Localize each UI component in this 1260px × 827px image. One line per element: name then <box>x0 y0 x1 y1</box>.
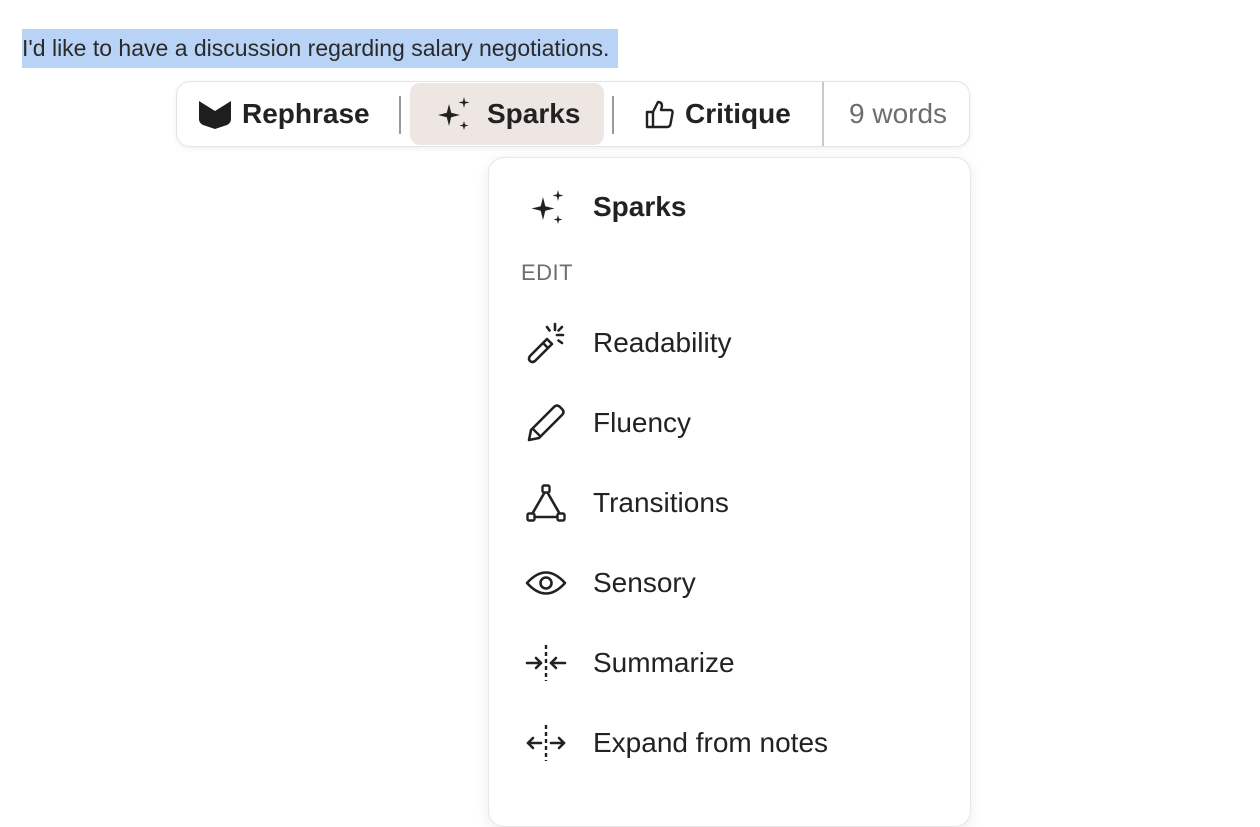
thumbs-up-icon <box>645 99 675 129</box>
menu-item-label: Sensory <box>593 567 696 598</box>
sparkles-icon <box>435 96 473 132</box>
rephrase-label: Rephrase <box>242 98 370 129</box>
sparks-menu-header: Sparks <box>489 182 970 232</box>
writing-toolbar: Rephrase Sparks Critique 9 words <box>176 81 970 147</box>
toolbar-divider <box>612 96 614 134</box>
menu-item-readability[interactable]: Readability <box>489 313 970 373</box>
menu-item-fluency[interactable]: Fluency <box>489 393 970 453</box>
sparks-menu: Sparks EDIT Readability Fluency Transiti… <box>488 157 971 827</box>
critique-label: Critique <box>685 98 791 129</box>
compress-arrows-icon <box>523 640 569 686</box>
sparkles-icon <box>525 184 571 230</box>
menu-item-transitions[interactable]: Transitions <box>489 473 970 533</box>
triangle-nodes-icon <box>523 480 569 526</box>
word-count: 9 words <box>849 98 948 129</box>
sparks-label: Sparks <box>487 98 581 129</box>
toolbar-divider <box>822 82 824 146</box>
rephrase-button[interactable]: Rephrase <box>198 83 398 145</box>
sparks-button[interactable]: Sparks <box>410 83 604 145</box>
heart-logo-icon <box>198 99 232 129</box>
magic-wand-icon <box>523 320 569 366</box>
toolbar-divider <box>399 96 401 134</box>
pencil-icon <box>523 400 569 446</box>
sparks-menu-title: Sparks <box>593 191 687 222</box>
menu-item-sensory[interactable]: Sensory <box>489 553 970 613</box>
menu-item-label: Expand from notes <box>593 727 829 758</box>
menu-item-summarize[interactable]: Summarize <box>489 633 970 693</box>
menu-item-label: Transitions <box>593 487 729 518</box>
selected-text[interactable]: I'd like to have a discussion regarding … <box>22 29 619 68</box>
eye-icon <box>523 560 569 606</box>
menu-item-expand-from-notes[interactable]: Expand from notes <box>489 713 970 773</box>
menu-item-label: Fluency <box>593 407 692 438</box>
expand-arrows-icon <box>523 720 569 766</box>
menu-item-label: Readability <box>593 327 732 358</box>
section-label-edit: EDIT <box>521 260 574 285</box>
menu-item-label: Summarize <box>593 647 735 678</box>
critique-button[interactable]: Critique <box>645 83 820 145</box>
